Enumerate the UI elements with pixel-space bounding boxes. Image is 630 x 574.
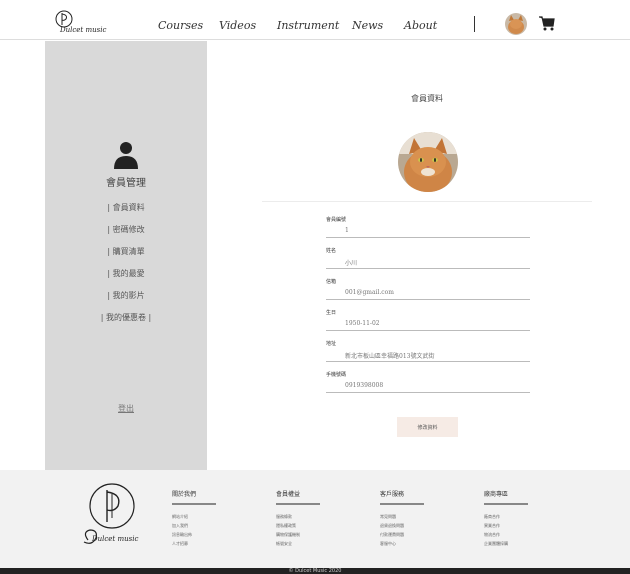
nav-about[interactable]: About: [404, 19, 437, 32]
sidebar-item-favorites[interactable]: | 我的最愛: [45, 268, 207, 279]
sidebar-item-label: 密碼修改: [112, 225, 145, 234]
logout-link[interactable]: 登出: [45, 403, 207, 414]
sidebar-item-purchases[interactable]: | 購買清單: [45, 246, 207, 257]
nav-videos[interactable]: Videos: [219, 19, 256, 32]
footer-link[interactable]: 企業團體採購: [484, 541, 508, 547]
sidebar-item-coupons[interactable]: | 我的優惠卷 |: [45, 312, 207, 323]
sidebar-item-label: 我的影片: [112, 291, 145, 300]
field-label-address: 地址: [326, 341, 337, 347]
field-underline: [326, 237, 530, 238]
profile-avatar-icon: [398, 132, 458, 192]
field-underline: [326, 361, 530, 362]
footer-link[interactable]: 訊息輸出佈: [172, 532, 192, 538]
copyright-bar: © Dulcet Music 2020: [0, 568, 630, 574]
footer-link[interactable]: 物流合作: [484, 532, 500, 538]
field-label-email: 信箱: [326, 279, 337, 285]
nav-courses[interactable]: Courses: [158, 19, 203, 32]
field-value-member-id: 1: [345, 227, 349, 234]
sidebar-item-label: 我的優惠卷: [106, 313, 146, 322]
field-value-email: 001@gmail.com: [345, 289, 394, 296]
footer-heading-about: 關於我們: [172, 491, 197, 498]
section-divider: [262, 201, 592, 202]
footer-link[interactable]: 網站介紹: [172, 514, 188, 520]
field-value-phone: 0919398008: [345, 382, 384, 389]
footer-link[interactable]: 退貨退換問題: [380, 523, 404, 529]
edit-profile-button[interactable]: 修改資料: [397, 417, 458, 437]
footer-heading-bar: [484, 503, 528, 505]
sidebar-item-videos[interactable]: | 我的影片: [45, 290, 207, 301]
member-sidebar: 會員管理 | 會員資料 | 密碼修改 | 購買清單 | 我的最愛 | 我的影片 …: [45, 41, 207, 471]
footer-link[interactable]: 常見問題: [380, 514, 396, 520]
nav-instrument[interactable]: Instrument: [277, 19, 339, 32]
field-value-address: 新北市板山區幸福路013號文武街: [345, 353, 435, 360]
user-avatar-icon[interactable]: [505, 13, 527, 35]
sidebar-title: 會員管理: [106, 178, 146, 189]
footer-link[interactable]: 付款運費問題: [380, 532, 404, 538]
footer-heading-bar: [172, 503, 216, 505]
sidebar-item-label: 會員資料: [112, 203, 145, 212]
footer-link[interactable]: 服務條款: [276, 514, 292, 520]
user-icon: [114, 142, 138, 169]
footer-logo-text: Dulcet music: [92, 535, 139, 543]
field-underline: [326, 268, 530, 269]
footer-link[interactable]: 客服中心: [380, 541, 396, 547]
sidebar-item-label: 我的最愛: [112, 269, 145, 278]
footer-heading-vendor: 廠商專區: [484, 491, 509, 498]
footer-link[interactable]: 購物保護機制: [276, 532, 300, 538]
sidebar-item-password[interactable]: | 密碼修改: [45, 224, 207, 235]
footer-link[interactable]: 加入我們: [172, 523, 188, 529]
field-underline: [326, 392, 530, 393]
field-value-birthday: 1950-11-02: [345, 320, 380, 327]
nav-divider: [474, 16, 475, 32]
field-underline: [326, 299, 530, 300]
footer-heading-bar: [276, 503, 320, 505]
footer-link[interactable]: 帳號安全: [276, 541, 292, 547]
nav-news[interactable]: News: [352, 19, 383, 32]
field-underline: [326, 330, 530, 331]
site-header: Dulcet music Courses Videos Instrument N…: [0, 0, 630, 40]
field-label-name: 姓名: [326, 248, 337, 254]
logo-text: Dulcet music: [60, 26, 107, 34]
footer-heading-service: 客戶服務: [380, 491, 405, 498]
field-value-name: 小川: [345, 260, 358, 267]
footer-heading-member: 會員權益: [276, 491, 301, 498]
footer-heading-bar: [380, 503, 424, 505]
sidebar-item-profile[interactable]: | 會員資料: [45, 202, 207, 213]
cart-icon[interactable]: [538, 14, 556, 32]
page-title: 會員資料: [411, 94, 443, 103]
field-label-birthday: 生日: [326, 310, 337, 316]
footer-link[interactable]: 人才招募: [172, 541, 188, 547]
footer-link[interactable]: 異業合作: [484, 523, 500, 529]
field-label-phone: 手機號碼: [326, 372, 347, 378]
footer-link[interactable]: 廠商合作: [484, 514, 500, 520]
footer-link[interactable]: 隱私權政策: [276, 523, 296, 529]
sidebar-item-label: 購買清單: [112, 247, 145, 256]
field-label-member-id: 會員編號: [326, 217, 347, 223]
